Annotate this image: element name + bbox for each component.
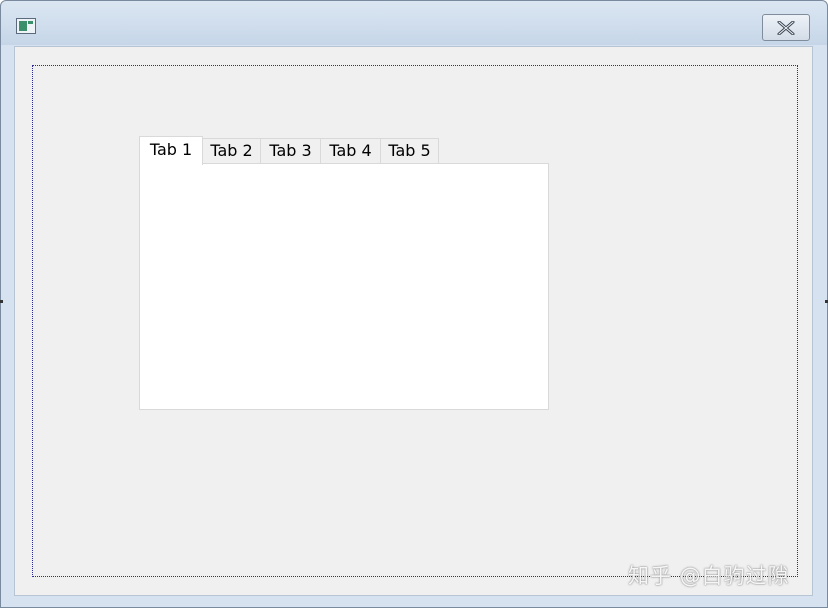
close-x-icon (777, 20, 795, 35)
app-icon-pane-small (28, 21, 33, 24)
tab-4[interactable]: Tab 4 (320, 138, 381, 164)
tab-3[interactable]: Tab 3 (260, 138, 321, 164)
app-icon-pane (19, 21, 27, 31)
tab-content-panel (139, 163, 549, 410)
watermark-text: 知乎 @白驹过隙 (628, 564, 790, 588)
left-resize-marker (0, 300, 3, 303)
close-button[interactable] (762, 14, 810, 41)
tab-2[interactable]: Tab 2 (202, 138, 261, 164)
tab-1[interactable]: Tab 1 (139, 136, 203, 165)
title-bar[interactable] (1, 1, 827, 45)
app-window-icon[interactable] (16, 18, 36, 34)
application-window: Tab 1 Tab 2 Tab 3 Tab 4 Tab 5 (0, 0, 828, 608)
client-area: Tab 1 Tab 2 Tab 3 Tab 4 Tab 5 (14, 46, 813, 596)
tab-5[interactable]: Tab 5 (380, 138, 439, 164)
